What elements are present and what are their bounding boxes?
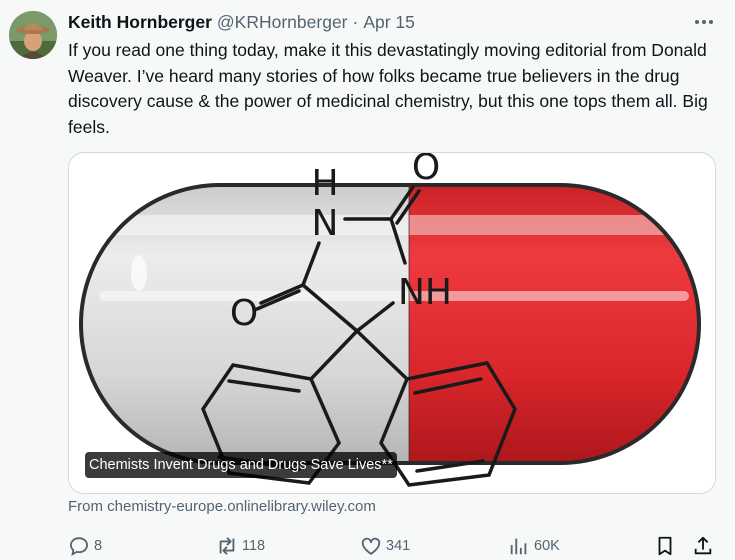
repost-count: 118 bbox=[242, 538, 266, 554]
like-button[interactable]: 341 bbox=[360, 534, 410, 558]
share-icon bbox=[694, 536, 712, 555]
label-o-left: O bbox=[230, 293, 258, 334]
repost-button[interactable]: 118 bbox=[216, 534, 265, 558]
label-nh: NH bbox=[398, 272, 452, 313]
tweet[interactable]: Keith Hornberger @KRHornberger · Apr 15 … bbox=[0, 0, 735, 560]
like-count: 341 bbox=[386, 538, 411, 554]
label-h-top: H bbox=[311, 163, 338, 204]
avatar[interactable] bbox=[9, 11, 57, 59]
capsule-illustration bbox=[79, 183, 701, 465]
bookmark-icon bbox=[658, 536, 672, 556]
label-n-left: N bbox=[312, 203, 339, 244]
label-o-top: O bbox=[412, 153, 440, 188]
views-count: 60K bbox=[534, 538, 560, 554]
avatar-image bbox=[9, 11, 57, 59]
tweet-actions: 8 118 341 60K bbox=[68, 534, 718, 558]
card-image: O H N NH O bbox=[79, 153, 701, 487]
tweet-text: If you read one thing today, make it thi… bbox=[68, 40, 708, 137]
tweet-date[interactable]: Apr 15 bbox=[363, 12, 415, 33]
repost-icon bbox=[219, 537, 235, 555]
share-button[interactable] bbox=[692, 534, 718, 558]
card-source[interactable]: From chemistry-europe.onlinelibrary.wile… bbox=[68, 498, 376, 515]
bookmark-button[interactable] bbox=[654, 534, 680, 558]
reply-icon bbox=[70, 537, 88, 557]
reply-button[interactable]: 8 bbox=[68, 534, 102, 558]
card-caption: Chemists Invent Drugs and Drugs Save Liv… bbox=[85, 452, 397, 478]
like-icon bbox=[361, 537, 381, 555]
author-name[interactable]: Keith Hornberger bbox=[68, 12, 212, 33]
link-card[interactable]: O H N NH O Chemists Invent Drugs and Dru… bbox=[68, 152, 716, 494]
separator-dot: · bbox=[352, 11, 359, 32]
reply-count: 8 bbox=[94, 538, 103, 554]
views-icon bbox=[510, 538, 527, 555]
more-icon[interactable] bbox=[692, 12, 716, 32]
tweet-header: Keith Hornberger @KRHornberger · Apr 15 bbox=[68, 11, 415, 33]
views-button[interactable]: 60K bbox=[508, 534, 560, 558]
author-handle[interactable]: @KRHornberger bbox=[217, 12, 348, 33]
